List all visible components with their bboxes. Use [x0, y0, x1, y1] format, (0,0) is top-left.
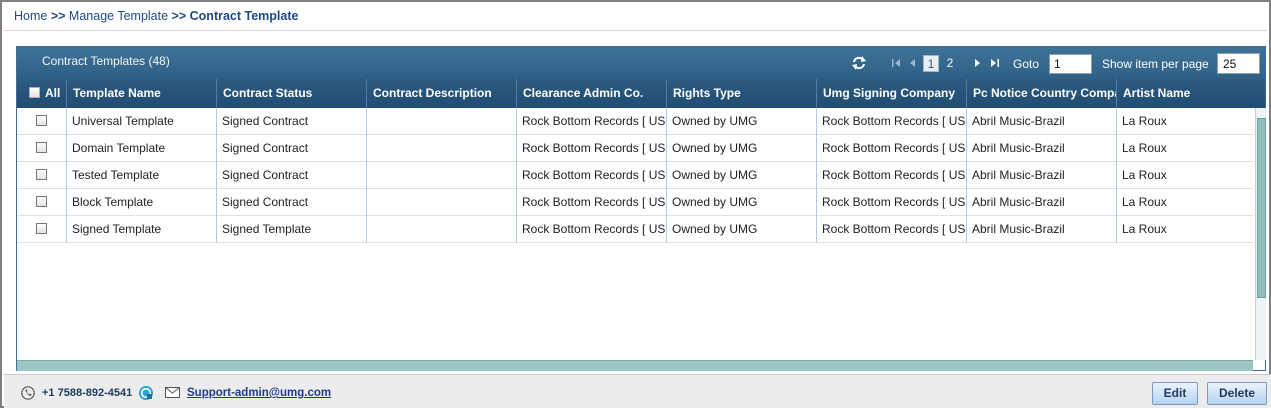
column-header-umg-signing-company[interactable]: Umg Signing Company [817, 79, 967, 108]
cell-rights-type: Owned by UMG [667, 135, 817, 162]
cell-clearance-admin: Rock Bottom Records [ US ] [517, 189, 667, 216]
breadcrumb-manage-template-link[interactable]: Manage Template [69, 9, 168, 23]
support-email-link[interactable]: Support-admin@umg.com [187, 387, 331, 399]
row-checkbox[interactable] [36, 196, 47, 207]
page-2-button[interactable]: 2 [942, 55, 958, 72]
cell-contract-description [367, 189, 517, 216]
cell-pc-notice-country: Abril Music-Brazil [967, 108, 1117, 135]
breadcrumb-separator: >> [171, 9, 187, 23]
horizontal-scrollbar[interactable] [17, 360, 1253, 371]
cell-clearance-admin: Rock Bottom Records [ US ] [517, 108, 667, 135]
breadcrumb: Home >> Manage Template >> Contract Temp… [14, 9, 298, 27]
grid-title: Contract Templates (48) [42, 54, 170, 68]
cell-rights-type: Owned by UMG [667, 162, 817, 189]
column-header-contract-status[interactable]: Contract Status [217, 79, 367, 108]
refresh-icon[interactable] [851, 56, 867, 70]
mail-icon [165, 387, 180, 398]
table-row[interactable]: Domain Template Signed Contract Rock Bot… [17, 135, 1253, 162]
support-phone: +1 7588-892-4541 [42, 387, 133, 399]
items-per-page-input[interactable] [1217, 53, 1260, 74]
cell-rights-type: Owned by UMG [667, 216, 817, 243]
cell-contract-description [367, 135, 517, 162]
cell-clearance-admin: Rock Bottom Records [ US ] [517, 135, 667, 162]
breadcrumb-separator: >> [50, 9, 66, 23]
table-row[interactable]: Tested Template Signed Contract Rock Bot… [17, 162, 1253, 189]
goto-label: Goto [1013, 57, 1040, 71]
column-header-rights-type[interactable]: Rights Type [667, 79, 817, 108]
goto-input[interactable] [1049, 54, 1092, 74]
skype-icon[interactable] [138, 385, 154, 401]
cell-contract-description [367, 216, 517, 243]
grid-toolbar: Contract Templates (48) 1 2 Goto 1 Show … [17, 47, 1265, 79]
select-all-checkbox[interactable] [29, 87, 40, 98]
column-header-all[interactable]: All [17, 79, 67, 108]
contract-template-grid: Contract Templates (48) 1 2 Goto 1 Show … [16, 46, 1266, 371]
cell-template-name: Universal Template [67, 108, 217, 135]
cell-contract-description [367, 162, 517, 189]
items-per-page-label: Show item per page [1102, 57, 1209, 71]
first-page-icon[interactable] [891, 57, 901, 69]
cell-rights-type: Owned by UMG [667, 108, 817, 135]
window-frame: Home >> Manage Template >> Contract Temp… [0, 0, 1271, 408]
next-page-icon[interactable] [972, 57, 982, 69]
table-row[interactable]: Block Template Signed Contract Rock Bott… [17, 189, 1253, 216]
cell-umg-signing-company: Rock Bottom Records [ US ] [817, 162, 967, 189]
cell-umg-signing-company: Rock Bottom Records [ US ] [817, 108, 967, 135]
cell-artist-name: La Roux [1122, 222, 1167, 236]
cell-umg-signing-company: Rock Bottom Records [ US ] [817, 135, 967, 162]
vertical-scrollbar[interactable] [1255, 108, 1266, 360]
cell-contract-status: Signed Contract [217, 162, 367, 189]
cell-artist-name: La Roux [1122, 114, 1167, 128]
row-checkbox[interactable] [36, 115, 47, 126]
cell-clearance-admin: Rock Bottom Records [ US ] [517, 216, 667, 243]
cell-pc-notice-country: Abril Music-Brazil [967, 189, 1117, 216]
cell-artist-name: La Roux [1122, 195, 1167, 209]
cell-contract-description [367, 108, 517, 135]
breadcrumb-home-link[interactable]: Home [14, 9, 47, 23]
select-all-label: All [45, 86, 61, 100]
vertical-scrollbar-thumb[interactable] [1257, 118, 1266, 298]
page-1-button[interactable]: 1 [923, 55, 939, 72]
cell-contract-status: Signed Contract [217, 108, 367, 135]
breadcrumb-divider [4, 30, 1267, 31]
phone-icon [21, 386, 35, 400]
grid-header: All Template Name Contract Status Contra… [17, 79, 1265, 108]
cell-pc-notice-country: Abril Music-Brazil [967, 135, 1117, 162]
cell-artist-name: La Roux [1122, 141, 1167, 155]
cell-template-name: Signed Template [67, 216, 217, 243]
column-header-pc-notice-country[interactable]: Pc Notice Country Company [967, 79, 1117, 108]
cell-pc-notice-country: Abril Music-Brazil [967, 216, 1117, 243]
last-page-icon[interactable] [990, 57, 1000, 69]
cell-clearance-admin: Rock Bottom Records [ US ] [517, 162, 667, 189]
column-header-contract-description[interactable]: Contract Description [367, 79, 517, 108]
row-checkbox[interactable] [36, 142, 47, 153]
cell-template-name: Tested Template [67, 162, 217, 189]
cell-rights-type: Owned by UMG [667, 189, 817, 216]
column-header-clearance-admin[interactable]: Clearance Admin Co. [517, 79, 667, 108]
column-header-template-name[interactable]: Template Name [67, 79, 217, 108]
cell-artist-name: La Roux [1122, 168, 1167, 182]
cell-contract-status: Signed Template [217, 216, 367, 243]
table-row[interactable]: Signed Template Signed Template Rock Bot… [17, 216, 1253, 243]
delete-button[interactable]: Delete [1207, 382, 1267, 405]
cell-pc-notice-country: Abril Music-Brazil [967, 162, 1117, 189]
row-checkbox[interactable] [36, 223, 47, 234]
cell-template-name: Domain Template [67, 135, 217, 162]
cell-contract-status: Signed Contract [217, 189, 367, 216]
cell-umg-signing-company: Rock Bottom Records [ US ] [817, 216, 967, 243]
cell-contract-status: Signed Contract [217, 135, 367, 162]
cell-umg-signing-company: Rock Bottom Records [ US ] [817, 189, 967, 216]
column-header-artist-name[interactable]: Artist Name [1117, 79, 1267, 108]
table-row[interactable]: Universal Template Signed Contract Rock … [17, 108, 1253, 135]
prev-page-icon[interactable] [908, 57, 918, 69]
breadcrumb-current: Contract Template [189, 9, 299, 23]
row-checkbox[interactable] [36, 169, 47, 180]
cell-template-name: Block Template [67, 189, 217, 216]
edit-button[interactable]: Edit [1152, 382, 1198, 405]
footer-bar: +1 7588-892-4541 Support-admin@umg.com E… [4, 374, 1271, 408]
grid-body: Universal Template Signed Contract Rock … [17, 108, 1253, 360]
